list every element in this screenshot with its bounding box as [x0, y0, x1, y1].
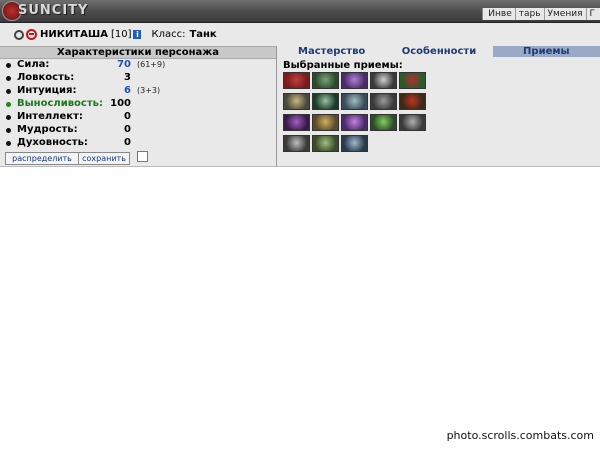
stat-value: 3: [124, 72, 131, 83]
blood-slash-icon[interactable]: [283, 72, 310, 89]
monster-icon[interactable]: [312, 72, 339, 89]
stat-extra: (3+3): [137, 86, 161, 95]
stat-value: 0: [124, 124, 131, 135]
stat-label: Выносливость:: [17, 98, 103, 109]
class-label: Класс:: [151, 29, 186, 40]
tab-techniques[interactable]: Приемы: [492, 46, 600, 57]
alignment-icon: [26, 29, 37, 40]
shield-ring-icon[interactable]: [341, 93, 368, 110]
character-level: [10]: [110, 29, 132, 40]
bullet-icon: [6, 128, 11, 133]
menu-item-inventory-1[interactable]: Инве: [485, 8, 516, 20]
stat-label: Духовность:: [17, 137, 88, 148]
tab-mastery[interactable]: Мастерство: [278, 46, 386, 57]
star-burst-icon[interactable]: [370, 72, 397, 89]
fist-icon[interactable]: [399, 72, 426, 89]
stat-label: Интуиция:: [17, 85, 77, 96]
stat-row-strength: Сила: 70 (61+9): [6, 59, 274, 72]
stat-label: Интеллект:: [17, 111, 83, 122]
hammer-icon[interactable]: [312, 114, 339, 131]
scroll-icon[interactable]: [312, 135, 339, 152]
skull-icon[interactable]: [312, 93, 339, 110]
bullet-icon: [6, 89, 11, 94]
top-menu: Инве тарь Умения Г: [482, 8, 600, 20]
tabs: Мастерство Особенности Приемы: [278, 46, 600, 57]
wolf-icon[interactable]: [370, 93, 397, 110]
watermark: photo.scrolls.combats.com: [446, 429, 594, 442]
character-line: НИКИТАША [10] i Класс: Танк: [14, 29, 217, 40]
wings-icon[interactable]: [341, 135, 368, 152]
stat-label: Сила:: [17, 59, 50, 70]
purple-cloak-icon[interactable]: [283, 114, 310, 131]
character-panel: НИКИТАША [10] i Класс: Танк Характеристи…: [0, 23, 600, 167]
selected-skills-title: Выбранные приемы:: [283, 60, 403, 71]
stat-extra: (61+9): [137, 60, 166, 69]
stat-label: Ловкость:: [17, 72, 75, 83]
stat-row-endurance: Выносливость: 100: [6, 98, 274, 111]
stat-value: 70: [117, 59, 131, 70]
shield-icon[interactable]: [283, 93, 310, 110]
bullet-icon: [6, 115, 11, 120]
info-icon[interactable]: i: [133, 30, 142, 39]
tab-features[interactable]: Особенности: [385, 46, 493, 57]
red-shield-icon[interactable]: [399, 93, 426, 110]
stats-checkbox[interactable]: [137, 151, 148, 162]
stat-row-intellect: Интеллект: 0: [6, 111, 274, 124]
character-name: НИКИТАША: [40, 29, 108, 40]
stat-row-intuition: Интуиция: 6 (3+3): [6, 85, 274, 98]
menu-item-more[interactable]: Г: [587, 8, 599, 20]
bullet-icon: [6, 63, 11, 68]
logo[interactable]: SUNCITY: [18, 3, 88, 18]
stat-row-wisdom: Мудрость: 0: [6, 124, 274, 137]
save-button[interactable]: сохранить: [78, 152, 130, 165]
menu-item-inventory-2[interactable]: тарь: [516, 8, 545, 20]
stat-value: 100: [110, 98, 131, 109]
stat-value: 0: [124, 111, 131, 122]
bullet-icon: [6, 141, 11, 146]
class-value: Танк: [189, 29, 217, 40]
stat-label: Мудрость:: [17, 124, 78, 135]
stat-row-spirituality: Духовность: 0: [6, 137, 274, 150]
bullet-icon: [6, 76, 11, 81]
claw-icon[interactable]: [341, 114, 368, 131]
bullet-icon: [6, 102, 11, 107]
stats-panel: Характеристики персонажа Сила: 70 (61+9)…: [0, 46, 276, 166]
dagger-icon[interactable]: [399, 114, 426, 131]
swords-icon[interactable]: [283, 135, 310, 152]
panel-divider: [276, 46, 277, 166]
clan-icon[interactable]: [14, 29, 24, 40]
stat-row-agility: Ловкость: 3: [6, 72, 274, 85]
menu-item-skills[interactable]: Умения: [545, 8, 587, 20]
blade-icon[interactable]: [341, 72, 368, 89]
distribute-button[interactable]: распределить: [5, 152, 79, 165]
top-bar: SUNCITY Инве тарь Умения Г: [0, 0, 600, 23]
green-hand-icon[interactable]: [370, 114, 397, 131]
stat-value: 0: [124, 137, 131, 148]
stats-header: Характеристики персонажа: [0, 46, 276, 59]
stat-value: 6: [124, 85, 131, 96]
